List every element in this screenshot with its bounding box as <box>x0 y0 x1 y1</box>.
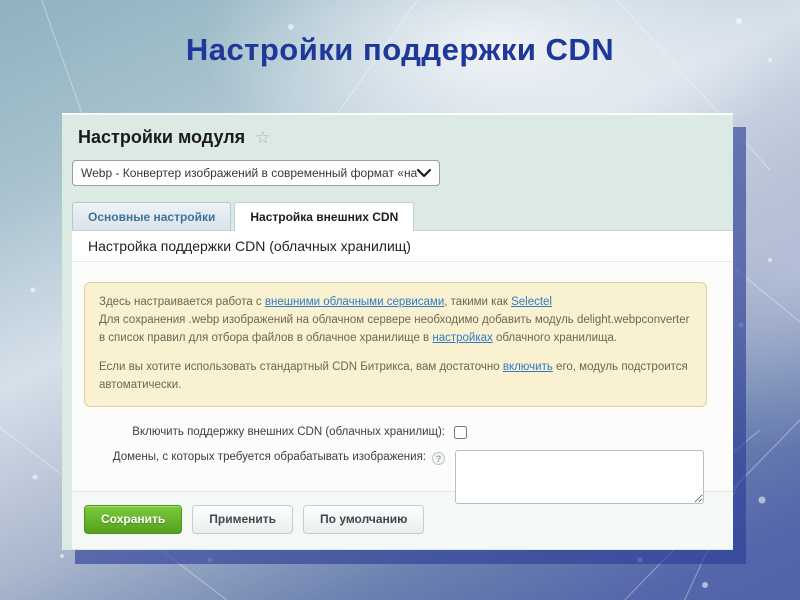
favorite-star-icon[interactable]: ☆ <box>255 129 270 146</box>
info-text: Если вы хотите использовать стандартный … <box>99 361 503 373</box>
section-title: Настройка поддержки CDN (облачных хранил… <box>72 231 733 262</box>
domains-label-text: Домены, с которых требуется обрабатывать… <box>113 451 426 463</box>
chevron-down-icon <box>417 169 431 178</box>
info-line-1: Здесь настраивается работа с внешними об… <box>99 294 692 312</box>
enable-cdn-row: Включить поддержку внешних CDN (облачных… <box>72 425 733 440</box>
save-button[interactable]: Сохранить <box>84 505 182 534</box>
storage-settings-link[interactable]: настройках <box>432 332 492 344</box>
panel-header-title: Настройки модуля <box>78 127 245 148</box>
page-title: Настройки поддержки CDN <box>0 32 800 68</box>
tab-main-settings[interactable]: Основные настройки <box>72 202 231 230</box>
info-text: облачного хранилища. <box>493 332 617 344</box>
info-line-3: Если вы хотите использовать стандартный … <box>99 359 692 395</box>
info-box: Здесь настраивается работа с внешними об… <box>84 282 707 407</box>
settings-tabbar: Основные настройки Настройка внешних CDN <box>72 202 733 230</box>
info-text: , такими как <box>444 296 511 308</box>
defaults-button[interactable]: По умолчанию <box>303 505 424 534</box>
section-body: Здесь настраивается работа с внешними об… <box>72 262 733 491</box>
enable-bitrix-cdn-link[interactable]: включить <box>503 361 553 373</box>
module-settings-panel: Настройки модуля ☆ Webp - Конвертер изоб… <box>62 113 733 550</box>
domains-textarea[interactable] <box>455 450 704 504</box>
module-select-value: Webp - Конвертер изображений в современн… <box>81 166 417 180</box>
tab-content: Настройка поддержки CDN (облачных хранил… <box>72 230 733 548</box>
external-cloud-services-link[interactable]: внешними облачными сервисами <box>265 296 444 308</box>
info-line-2: Для сохранения .webp изображений на обла… <box>99 312 692 348</box>
module-select[interactable]: Webp - Конвертер изображений в современн… <box>72 160 440 186</box>
help-icon[interactable]: ? <box>432 452 445 465</box>
info-text: Здесь настраивается работа с <box>99 296 265 308</box>
selectel-link[interactable]: Selectel <box>511 296 552 308</box>
apply-button[interactable]: Применить <box>192 505 293 534</box>
domains-label: Домены, с которых требуется обрабатывать… <box>72 450 445 465</box>
enable-cdn-label: Включить поддержку внешних CDN (облачных… <box>72 425 445 440</box>
tab-external-cdn[interactable]: Настройка внешних CDN <box>234 202 414 231</box>
panel-header: Настройки модуля ☆ <box>62 115 733 148</box>
enable-cdn-checkbox[interactable] <box>454 426 467 439</box>
